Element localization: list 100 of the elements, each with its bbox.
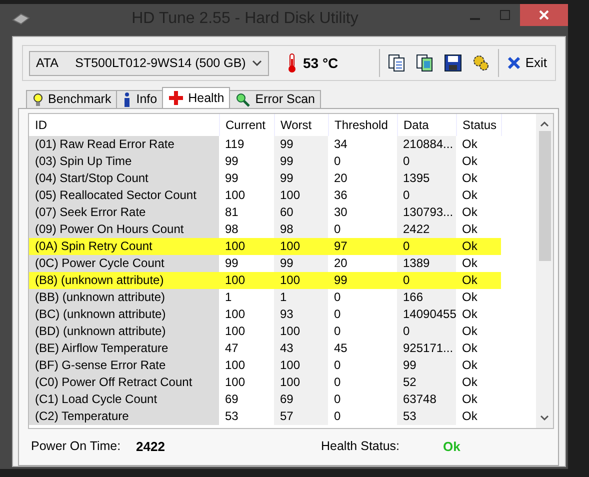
table-cell: 100: [219, 306, 274, 323]
table-row[interactable]: (BB) (unknown attribute) 1 1 0 166 Ok: [29, 289, 501, 306]
table-cell: 1389: [397, 255, 456, 272]
table-cell: (03) Spin Up Time: [29, 153, 219, 170]
table-cell: (C1) Load Cycle Count: [29, 391, 219, 408]
table-cell: Ok: [456, 255, 501, 272]
column-header[interactable]: ID: [29, 114, 219, 136]
table-cell: 63748: [397, 391, 456, 408]
table-cell: 100: [274, 357, 328, 374]
table-cell: 210884...: [397, 136, 456, 153]
table-cell: Ok: [456, 238, 501, 255]
table-row[interactable]: (BC) (unknown attribute) 100 93 0 14090455 Ok: [29, 306, 501, 323]
table-cell: 130793...: [397, 204, 456, 221]
scroll-down-icon: [540, 415, 549, 421]
exit-button[interactable]: Exit: [505, 51, 549, 75]
magnifier-icon: [236, 92, 250, 106]
table-cell: 99: [274, 136, 328, 153]
table-row[interactable]: (09) Power On Hours Count 98 98 0 2422 Ok: [29, 221, 501, 238]
table-cell: 20: [328, 255, 397, 272]
scroll-up-icon: [540, 121, 549, 127]
table-cell: 47: [219, 340, 274, 357]
table-row[interactable]: (BF) G-sense Error Rate 100 100 0 99 Ok: [29, 357, 501, 374]
power-on-time-value: 2422: [136, 438, 166, 456]
table-cell: 0: [328, 153, 397, 170]
table-row[interactable]: (01) Raw Read Error Rate 119 99 34 210884... Ok: [29, 136, 501, 153]
column-header[interactable]: Data: [397, 114, 456, 136]
table-row[interactable]: (C2) Temperature 53 57 0 53 Ok: [29, 408, 501, 425]
table-row[interactable]: (C0) Power Off Retract Count 100 100 0 52 Ok: [29, 374, 501, 391]
table-cell: 100: [219, 272, 274, 289]
table-cell: (C2) Temperature: [29, 408, 219, 425]
table-row[interactable]: (05) Reallocated Sector Count 100 100 36 0 Ok: [29, 187, 501, 204]
table-cell: 53: [397, 408, 456, 425]
table-cell: (BE) Airflow Temperature: [29, 340, 219, 357]
table-row[interactable]: (0C) Power Cycle Count 99 99 20 1389 Ok: [29, 255, 501, 272]
table-cell: 0: [328, 289, 397, 306]
table-cell: (04) Start/Stop Count: [29, 170, 219, 187]
close-icon: [539, 10, 549, 20]
table-cell: 99: [219, 255, 274, 272]
table-cell: 100: [274, 323, 328, 340]
column-header[interactable]: Current: [219, 114, 274, 136]
close-button[interactable]: [520, 4, 568, 26]
table-row[interactable]: (B8) (unknown attribute) 100 100 99 0 Ok: [29, 272, 501, 289]
cross-icon: [169, 91, 184, 105]
table-cell: 81: [219, 204, 274, 221]
table-cell: 100: [274, 272, 328, 289]
column-header[interactable]: Status: [456, 114, 501, 136]
scrollbar[interactable]: [536, 114, 553, 428]
drive-dropdown[interactable]: ATA ST500LT012-9WS14 (500 GB): [29, 50, 269, 76]
table-cell: 1: [274, 289, 328, 306]
table-cell: 43: [274, 340, 328, 357]
table-cell: 0: [328, 374, 397, 391]
table-cell: 100: [219, 374, 274, 391]
table-cell: 99: [274, 255, 328, 272]
table-cell: (07) Seek Error Rate: [29, 204, 219, 221]
table-cell: 0: [397, 238, 456, 255]
table-cell: 99: [219, 170, 274, 187]
table-cell: 100: [219, 323, 274, 340]
table-cell: 45: [328, 340, 397, 357]
table-row[interactable]: (C1) Load Cycle Count 69 69 0 63748 Ok: [29, 391, 501, 408]
column-header[interactable]: Threshold: [328, 114, 397, 136]
table-cell: (05) Reallocated Sector Count: [29, 187, 219, 204]
table-cell: 100: [219, 357, 274, 374]
table-cell: 0: [397, 187, 456, 204]
temperature-reading: 53 °C: [303, 54, 338, 72]
table-cell: (BB) (unknown attribute): [29, 289, 219, 306]
table-row[interactable]: (04) Start/Stop Count 99 99 20 1395 Ok: [29, 170, 501, 187]
table-cell: 100: [219, 238, 274, 255]
table-row[interactable]: (03) Spin Up Time 99 99 0 0 Ok: [29, 153, 501, 170]
column-header[interactable]: Worst: [274, 114, 328, 136]
app-icon: [12, 12, 30, 26]
close-icon: [507, 56, 522, 70]
table-cell: Ok: [456, 272, 501, 289]
info-icon: [123, 92, 132, 107]
tab[interactable]: Benchmark: [26, 90, 118, 108]
table-cell: 0: [328, 221, 397, 238]
tab[interactable]: Info: [116, 90, 164, 108]
table-row[interactable]: (0A) Spin Retry Count 100 100 97 0 Ok: [29, 238, 501, 255]
table-cell: 100: [274, 187, 328, 204]
table-cell: 60: [274, 204, 328, 221]
table-row[interactable]: (07) Seek Error Rate 81 60 30 130793... Ok: [29, 204, 501, 221]
table-row[interactable]: (BD) (unknown attribute) 100 100 0 0 Ok: [29, 323, 501, 340]
table-cell: (0A) Spin Retry Count: [29, 238, 219, 255]
table-cell: 98: [274, 221, 328, 238]
table-cell: 1: [219, 289, 274, 306]
table-cell: 99: [219, 153, 274, 170]
table-cell: 53: [219, 408, 274, 425]
health-status-label: Health Status:: [321, 438, 401, 456]
tab[interactable]: Error Scan: [229, 90, 321, 108]
table-cell: 99: [274, 170, 328, 187]
table-cell: 100: [274, 374, 328, 391]
table-row[interactable]: (BE) Airflow Temperature 47 43 45 925171... Ok: [29, 340, 501, 357]
table-cell: 14090455: [397, 306, 456, 323]
table-cell: 1395: [397, 170, 456, 187]
table-cell: 57: [274, 408, 328, 425]
save-icon[interactable]: [442, 52, 464, 74]
tab[interactable]: Health: [162, 87, 230, 108]
table-cell: 30: [328, 204, 397, 221]
table-cell: Ok: [456, 289, 501, 306]
health-status-value: Ok: [443, 438, 460, 456]
power-on-time-label: Power On Time:: [31, 438, 122, 456]
